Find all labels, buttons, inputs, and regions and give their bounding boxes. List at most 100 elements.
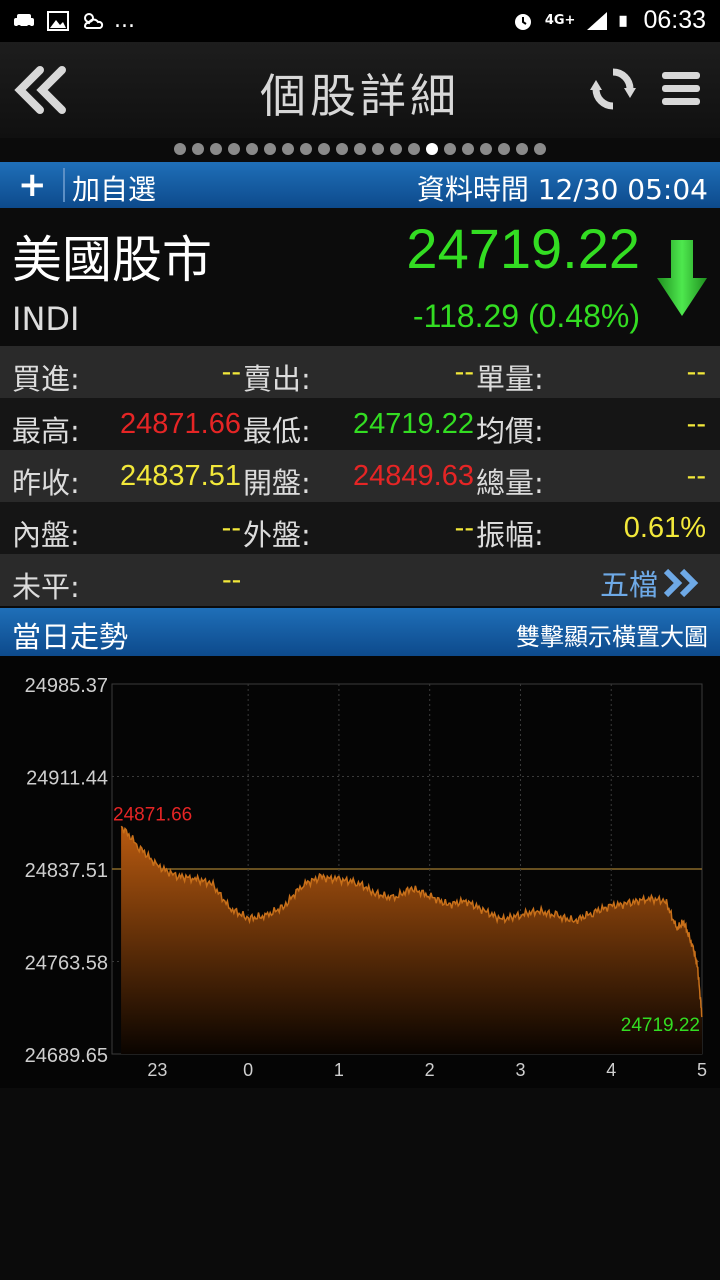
ask-value: -- xyxy=(454,356,474,388)
open-interest-value: -- xyxy=(222,564,242,596)
page-indicator[interactable] xyxy=(0,138,720,160)
chart-hint: 雙擊顯示橫置大圖 xyxy=(516,623,708,651)
empty-area xyxy=(0,1088,720,1280)
pager-dot[interactable] xyxy=(498,143,510,155)
intraday-chart-svg[interactable]: 24985.37 24911.44 24837.51 24763.58 24689.65… xyxy=(0,656,720,1088)
status-bar: ... 4G+ 06:33 xyxy=(0,0,720,42)
intraday-chart[interactable]: 24985.37 24911.44 24837.51 24763.58 24689.65… xyxy=(0,656,720,1088)
pager-dot[interactable] xyxy=(192,143,204,155)
quote-header: 美國股市 INDI 24719.22 -118.29 (0.48%) xyxy=(0,208,720,346)
high-value: 24871.66 xyxy=(120,408,241,440)
menu-icon[interactable] xyxy=(660,68,702,110)
five-levels-label: 五檔 xyxy=(599,568,658,602)
pager-dot[interactable] xyxy=(174,143,186,155)
detail-row: 昨收: 24837.51 開盤: 24849.63 總量: -- xyxy=(0,450,720,502)
pager-dot[interactable] xyxy=(534,143,546,155)
high-label: 最高: xyxy=(12,414,80,448)
y-tick-label: 24911.44 xyxy=(26,768,108,790)
signal-icon xyxy=(587,11,608,30)
open-label: 開盤: xyxy=(243,466,311,500)
double-chevron-right-icon xyxy=(663,568,699,598)
total-volume-value: -- xyxy=(686,460,706,492)
inner-vol-label: 內盤: xyxy=(12,518,80,552)
image-icon xyxy=(47,10,69,31)
pager-dot[interactable] xyxy=(426,143,438,155)
open-value: 24849.63 xyxy=(353,460,474,492)
pager-dot[interactable] xyxy=(480,143,492,155)
down-arrow-icon xyxy=(657,240,707,316)
pager-dot[interactable] xyxy=(390,143,402,155)
low-label: 最低: xyxy=(243,414,311,448)
pager-dot[interactable] xyxy=(210,143,222,155)
total-volume-label: 總量: xyxy=(476,466,544,500)
pager-dot[interactable] xyxy=(408,143,420,155)
network-label: 4G+ xyxy=(544,13,576,28)
y-tick-label: 24689.65 xyxy=(25,1045,108,1067)
bid-value: -- xyxy=(221,356,241,388)
ask-label: 賣出: xyxy=(243,362,311,396)
pager-dot[interactable] xyxy=(282,143,294,155)
add-icon[interactable]: + xyxy=(18,168,47,202)
stock-code: INDI xyxy=(12,300,80,338)
amplitude-value: 0.61% xyxy=(623,512,706,544)
alarm-icon xyxy=(514,13,531,30)
x-tick-label: 1 xyxy=(334,1060,344,1080)
clock: 06:33 xyxy=(643,6,706,34)
refresh-icon[interactable] xyxy=(590,66,636,112)
intraday-trend-title: 當日走勢 xyxy=(12,620,129,654)
quote-details-table: 買進: -- 賣出: -- 單量: -- 最高: 24871.66 最低: 24719.22 均價:… xyxy=(0,346,720,606)
open-interest-label: 未平: xyxy=(12,570,80,604)
price-area xyxy=(121,826,703,1054)
pager-dot[interactable] xyxy=(354,143,366,155)
five-levels-link[interactable]: 五檔 xyxy=(600,562,702,604)
y-tick-label: 24985.37 xyxy=(25,675,108,697)
battery-icon xyxy=(620,15,628,27)
detail-row: 最高: 24871.66 最低: 24719.22 均價: -- xyxy=(0,398,720,450)
add-watchlist-button[interactable]: 加自選 xyxy=(72,168,156,208)
weather-icon xyxy=(84,12,104,29)
outer-vol-label: 外盤: xyxy=(243,518,311,552)
car-icon xyxy=(14,13,34,29)
detail-row: 買進: -- 賣出: -- 單量: -- xyxy=(0,346,720,398)
price-change: -118.29 (0.48%) xyxy=(412,298,640,334)
pager-dot[interactable] xyxy=(264,143,276,155)
pager-dot[interactable] xyxy=(372,143,384,155)
inner-vol-value: -- xyxy=(221,512,241,544)
x-tick-label: 4 xyxy=(606,1060,616,1080)
bid-label: 買進: xyxy=(12,362,80,396)
avg-price-label: 均價: xyxy=(476,414,544,448)
x-tick-label: 5 xyxy=(697,1060,707,1080)
prev-close-label: 昨收: xyxy=(12,466,80,500)
tick-volume-value: -- xyxy=(686,356,706,388)
pager-dot[interactable] xyxy=(318,143,330,155)
pager-dot[interactable] xyxy=(300,143,312,155)
avg-price-value: -- xyxy=(686,408,706,440)
pager-dot[interactable] xyxy=(246,143,258,155)
toolbar-divider xyxy=(63,168,65,202)
prev-close-value: 24837.51 xyxy=(120,460,241,492)
watchlist-toolbar: + 加自選 資料時間 12/30 05:04 xyxy=(0,162,720,208)
x-tick-label: 3 xyxy=(515,1060,525,1080)
data-timestamp: 資料時間 12/30 05:04 xyxy=(416,173,708,206)
low-value: 24719.22 xyxy=(353,408,474,440)
low-label: 24719.22 xyxy=(621,1015,700,1036)
x-tick-label: 0 xyxy=(243,1060,253,1080)
detail-row: 內盤: -- 外盤: -- 振幅: 0.61% xyxy=(0,502,720,554)
app-bar: 個股詳細 xyxy=(0,42,720,138)
pager-dot[interactable] xyxy=(516,143,528,155)
pager-dot[interactable] xyxy=(228,143,240,155)
pager-dot[interactable] xyxy=(462,143,474,155)
high-label: 24871.66 xyxy=(113,804,192,825)
outer-vol-value: -- xyxy=(454,512,474,544)
detail-row: 未平: -- 五檔 xyxy=(0,554,720,606)
pager-dot[interactable] xyxy=(336,143,348,155)
intraday-trend-bar: 當日走勢 雙擊顯示橫置大圖 xyxy=(0,608,720,656)
last-price: 24719.22 xyxy=(406,217,640,280)
x-tick-label: 2 xyxy=(425,1060,435,1080)
x-tick-label: 23 xyxy=(147,1060,167,1080)
notification-overflow: ... xyxy=(114,8,135,33)
y-tick-label: 24837.51 xyxy=(25,860,108,882)
pager-dot[interactable] xyxy=(444,143,456,155)
tick-volume-label: 單量: xyxy=(476,362,544,396)
stock-name: 美國股市 xyxy=(12,231,212,289)
